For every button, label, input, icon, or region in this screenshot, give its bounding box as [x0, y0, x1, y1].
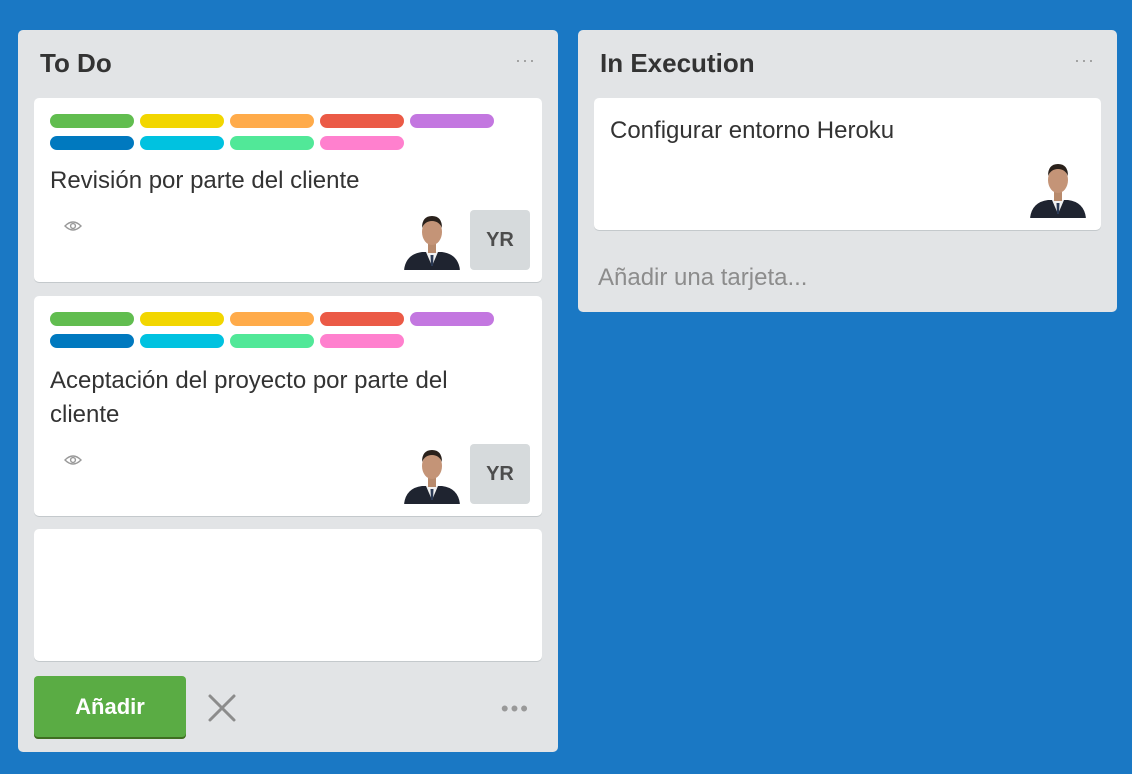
close-icon[interactable]: [206, 692, 238, 724]
card[interactable]: Aceptación del proyecto por parte del cl…: [34, 296, 542, 516]
label-red[interactable]: [320, 114, 404, 128]
label-blue[interactable]: [50, 334, 134, 348]
list-title[interactable]: In Execution: [600, 48, 755, 79]
label-yellow[interactable]: [140, 114, 224, 128]
label-green[interactable]: [50, 114, 134, 128]
label-orange[interactable]: [230, 312, 314, 326]
member-initials[interactable]: YR: [470, 210, 530, 270]
new-card-textarea[interactable]: [34, 529, 542, 661]
list-title[interactable]: To Do: [40, 48, 112, 79]
card[interactable]: Configurar entorno Heroku: [594, 98, 1101, 230]
eye-icon: [64, 221, 82, 231]
avatar[interactable]: [402, 444, 462, 504]
label-sky[interactable]: [140, 334, 224, 348]
label-lime[interactable]: [230, 136, 314, 150]
list-menu-button[interactable]: ···: [1074, 50, 1095, 71]
card-title-line: Aceptación del proyecto por parte del: [50, 367, 448, 394]
add-card-link[interactable]: Añadir una tarjeta...: [598, 264, 807, 292]
list-in-execution: In Execution ··· Configurar entorno Hero…: [578, 30, 1117, 312]
board: To Do ··· Revisión por parte del cliente: [0, 0, 1132, 774]
card-title: Configurar entorno Heroku: [610, 117, 895, 144]
eye-icon: [64, 455, 82, 465]
add-card-button[interactable]: Añadir: [34, 676, 186, 737]
card-title: Revisión por parte del cliente: [50, 167, 360, 194]
label-pink[interactable]: [320, 136, 404, 150]
label-yellow[interactable]: [140, 312, 224, 326]
member-initials[interactable]: YR: [470, 444, 530, 504]
label-red[interactable]: [320, 312, 404, 326]
composer-options-button[interactable]: •••: [501, 696, 530, 722]
label-pink[interactable]: [320, 334, 404, 348]
label-orange[interactable]: [230, 114, 314, 128]
label-purple[interactable]: [410, 312, 494, 326]
label-lime[interactable]: [230, 334, 314, 348]
list-menu-button[interactable]: ···: [515, 50, 536, 71]
label-sky[interactable]: [140, 136, 224, 150]
card[interactable]: Revisión por parte del cliente YR: [34, 98, 542, 282]
avatar[interactable]: [402, 210, 462, 270]
list-to-do: To Do ··· Revisión por parte del cliente: [18, 30, 558, 752]
card-title-line: cliente: [50, 401, 120, 428]
label-blue[interactable]: [50, 136, 134, 150]
label-purple[interactable]: [410, 114, 494, 128]
label-green[interactable]: [50, 312, 134, 326]
avatar[interactable]: [1028, 158, 1088, 218]
